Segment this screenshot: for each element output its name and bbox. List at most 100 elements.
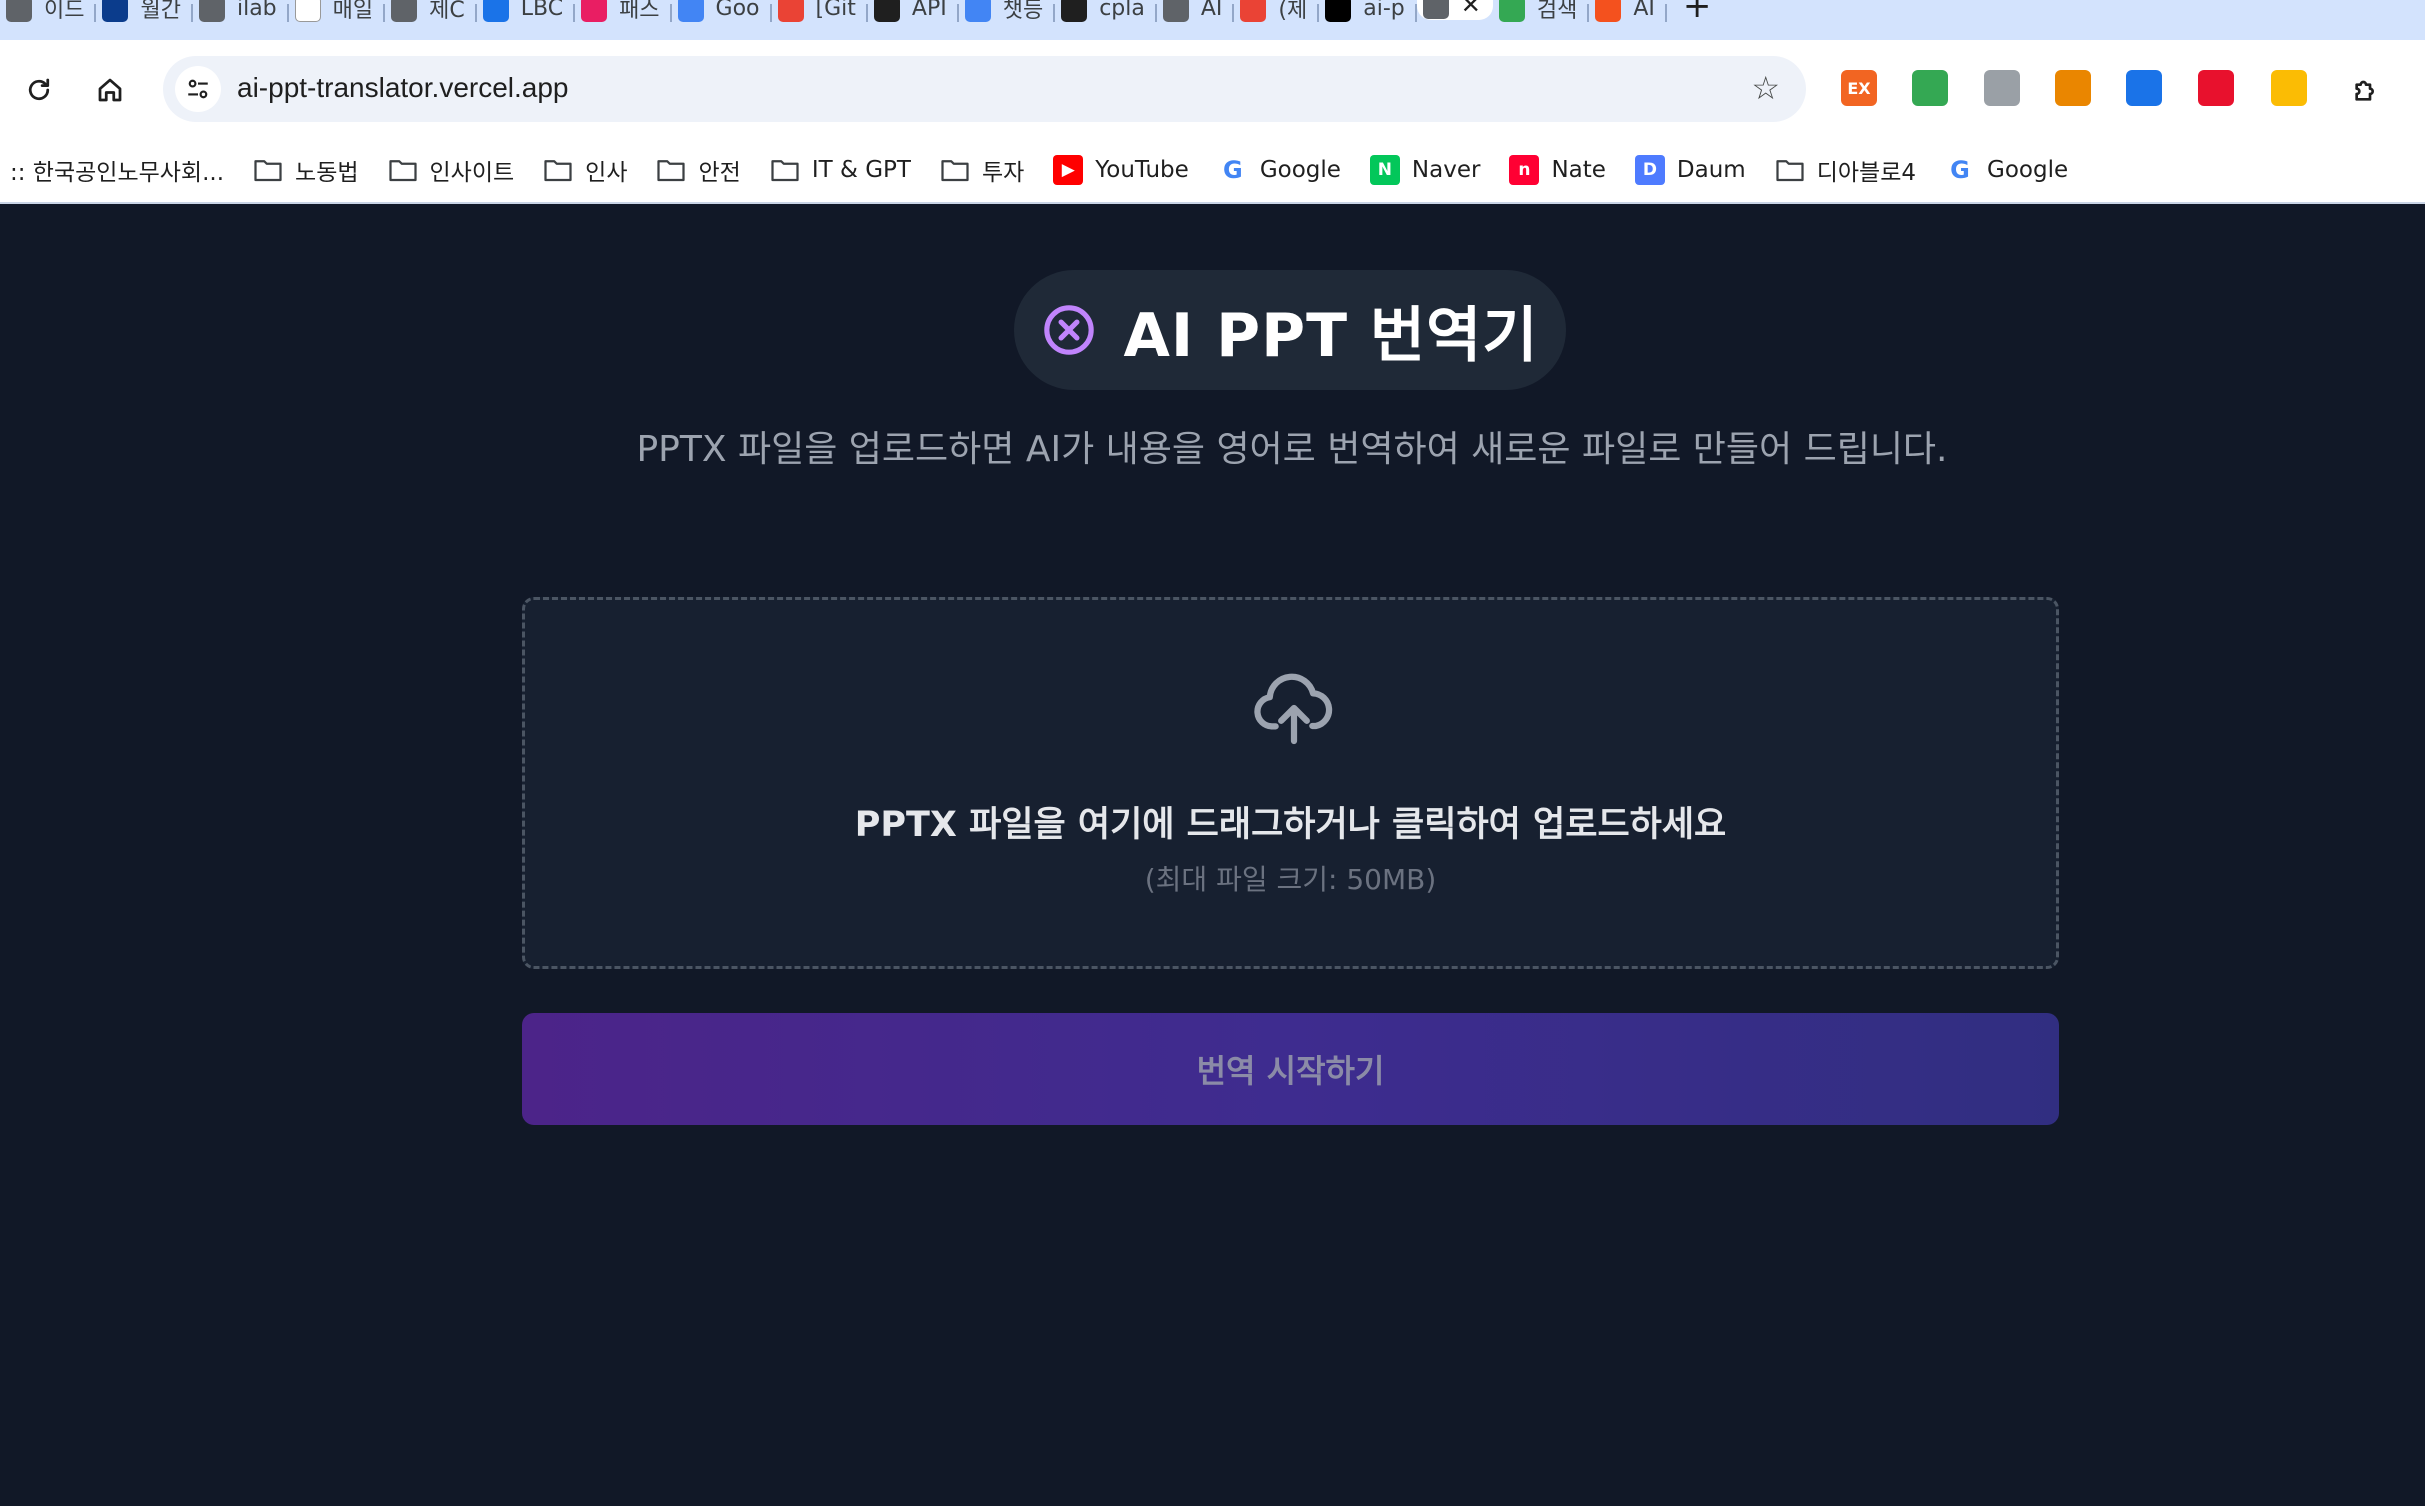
tab-label: LBC [520,0,564,21]
tab-label: ilab [236,0,277,21]
naver-icon: N [1369,155,1400,185]
youtube-icon: ▶ [1053,155,1084,185]
extensions-menu-button[interactable] [2344,68,2388,112]
gmail-icon [1240,0,1267,22]
bookmark-6[interactable]: 투자 [928,150,1041,190]
app-page: AI PPT 번역기 PPTX 파일을 업로드하면 AI가 내용을 영어로 번역… [0,204,2425,1506]
google-icon [677,0,704,22]
tab-7[interactable]: Goo [672,0,772,26]
tab-label: Goo [715,0,760,21]
bookmark-3[interactable]: 인사 [531,150,644,190]
vercel-icon [1325,0,1352,22]
tab-14[interactable]: ai-p [1319,0,1417,26]
globe-icon [198,0,225,22]
bookmark-star-icon[interactable]: ☆ [1751,72,1780,104]
tab-13[interactable]: (제 [1234,0,1320,26]
tab-11[interactable]: cpla [1055,0,1157,26]
tab-label: (제 [1278,0,1308,23]
adblock-extension-icon[interactable] [2198,70,2234,106]
tab-3[interactable]: 매일 [289,0,386,26]
cast-extension-icon[interactable] [2055,70,2091,106]
google-icon: G [1222,156,1243,184]
bookmark-13[interactable]: G Google [1933,150,2085,190]
bookmark-label: 노동법 [295,160,359,186]
tab-label: ai-p [1363,0,1405,21]
tab-label: cpla [1099,0,1145,21]
tab-label: 챗등 [1002,0,1044,23]
folder-icon [253,155,283,185]
folder-icon [940,155,970,185]
tab-12[interactable]: AI [1157,0,1235,26]
bookmarks-bar: :: 한국공인노무사회... 노동법 인사이트 인사 안전 IT & GPT 투자 ▶ YouT… [0,138,2425,204]
bookmark-11[interactable]: D Daum [1623,150,1763,190]
bookmark-5[interactable]: IT & GPT [758,150,928,190]
tab-label: 월간 [140,0,181,23]
bookmark-2[interactable]: 인사이트 [376,150,532,190]
bookmark-label: 인사 [585,160,628,186]
site-favicon-icon [1595,0,1622,22]
bookmark-label: YouTube [1095,157,1189,183]
bookmark-label: Google [1987,157,2069,183]
address-bar[interactable]: ai-ppt-translator.vercel.app ☆ [163,56,1806,122]
bookmark-label: Naver [1411,157,1481,183]
nate-icon: n [1509,155,1540,185]
page-title: AI PPT 번역기 [1123,300,1539,371]
bookmark-8[interactable]: G Google [1206,150,1358,190]
tab-10[interactable]: 챗등 [959,0,1056,26]
puzzle-icon [2355,80,2374,101]
bookmark-9[interactable]: N Naver [1358,150,1498,190]
site-info-button[interactable] [175,66,221,112]
bulb-extension-icon[interactable] [2271,70,2307,106]
site-favicon-icon [391,0,418,22]
bookmark-label: 디아블로4 [1816,160,1916,186]
bookmark-label: 인사이트 [429,160,515,186]
tab-0[interactable]: 이드 [0,0,97,26]
reload-button[interactable] [17,68,61,112]
globe-extension-icon[interactable] [1984,70,2020,106]
site-favicon-icon [581,0,608,22]
circle-x-icon [1044,305,1095,355]
folder-icon [388,155,418,185]
tab-label: 매일 [332,0,374,23]
file-size-hint: (최대 파일 크기: 50MB) [1144,863,1437,896]
tab-after-1[interactable]: AI [1589,0,1667,26]
bookmark-4[interactable]: 안전 [644,150,757,190]
tab-label: AI [1200,0,1223,21]
page-description: PPTX 파일을 업로드하면 AI가 내용을 영어로 번역하여 새로운 파일로 … [636,429,1948,470]
tab-4[interactable]: 제C [385,0,477,26]
folder-icon [656,155,686,185]
home-button[interactable] [88,68,132,112]
browser-toolbar: ai-ppt-translator.vercel.app ☆ EX [0,40,2425,138]
start-translation-button[interactable]: 번역 시작하기 [522,1013,2059,1125]
ex-extension-icon[interactable]: EX [1841,70,1877,106]
tab-active[interactable]: ✕ [1416,0,1493,20]
reload-icon [28,78,50,101]
tab-2[interactable]: ilab [193,0,289,26]
tab-after-0[interactable]: 검색 [1493,0,1590,26]
home-icon [98,78,122,102]
bookmark-7[interactable]: ▶ YouTube [1041,150,1206,190]
close-tab-icon[interactable]: ✕ [1461,0,1481,19]
bookmark-0[interactable]: :: 한국공인노무사회... [8,150,241,190]
file-dropzone[interactable]: PPTX 파일을 여기에 드래그하거나 클릭하여 업로드하세요 (최대 파일 크… [522,597,2059,969]
google-icon: G [1950,156,1970,184]
tab-8[interactable]: [Git [772,0,869,26]
new-tab-button[interactable]: + [1667,0,1728,26]
tab-label: AI [1633,0,1655,21]
bookmark-label: Google [1259,157,1341,183]
bookmark-1[interactable]: 노동법 [241,150,375,190]
gmail-icon [777,0,804,22]
tab-6[interactable]: 패스 [575,0,673,26]
bookmark-12[interactable]: 디아블로4 [1763,150,1933,190]
file-extension-icon[interactable] [2126,70,2162,106]
url-text[interactable]: ai-ppt-translator.vercel.app [237,72,569,104]
tab-label: 패스 [619,0,660,23]
green-extension-icon[interactable] [1912,70,1948,106]
bookmark-label: 안전 [698,160,741,186]
tab-1[interactable]: 월간 [96,0,194,26]
site-favicon-icon [294,0,321,22]
page-icon [6,0,32,22]
tab-5[interactable]: LBC [477,0,576,26]
bookmark-10[interactable]: n Nate [1497,150,1622,190]
tab-9[interactable]: API [868,0,959,26]
